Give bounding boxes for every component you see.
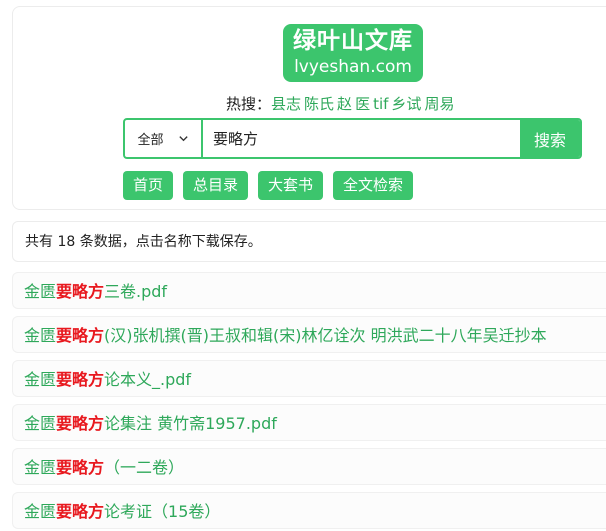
result-item[interactable]: 金匮要略方论考证（15卷） [12, 492, 606, 529]
result-item[interactable]: 金匮要略方（一二卷） [12, 448, 606, 485]
hot-search-row: 热搜：县志 陈氏赵医 tif 乡试 周易 [226, 93, 457, 115]
hot-search-term[interactable]: 医 [355, 95, 370, 113]
result-title-suffix: （一二卷） [104, 458, 185, 477]
hot-search-term[interactable]: tif [373, 95, 388, 113]
hot-search-term[interactable]: 乡试 [391, 95, 421, 113]
nav-catalog-button[interactable]: 总目录 [183, 171, 249, 200]
hot-search-term[interactable]: 赵 [337, 95, 352, 113]
nav-collections-button[interactable]: 大套书 [258, 171, 324, 200]
result-title-highlight: 要略方 [56, 326, 105, 345]
nav-home-button[interactable]: 首页 [123, 171, 174, 200]
scope-select-value: 全部 [137, 133, 164, 148]
nav-buttons: 首页 总目录 大套书 全文检索 [123, 171, 414, 200]
result-title-suffix: 三卷.pdf [104, 282, 168, 301]
result-item[interactable]: 金匮要略方三卷.pdf [12, 272, 606, 309]
hot-search-term[interactable]: 县志 [271, 95, 301, 113]
result-title-suffix: 论本义_.pdf [104, 370, 192, 389]
result-title-highlight: 要略方 [56, 370, 105, 389]
result-title-suffix: 论考证（15卷） [104, 502, 221, 521]
result-title-prefix: 金匮 [24, 326, 57, 345]
result-item[interactable]: 金匮要略方论集注 黄竹斋1957.pdf [12, 404, 606, 441]
result-title-prefix: 金匮 [24, 502, 57, 521]
result-title-prefix: 金匮 [24, 370, 57, 389]
result-title-prefix: 金匮 [24, 458, 57, 477]
result-title-suffix: 论集注 黄竹斋1957.pdf [104, 414, 277, 433]
results-list: 金匮要略方三卷.pdf 金匮要略方(汉)张机撰(晋)王叔和辑(宋)林亿诠次 明洪武… [12, 272, 606, 531]
hot-search-term[interactable]: 周易 [424, 95, 454, 113]
hot-search-label: 热搜： [226, 95, 272, 113]
scope-select[interactable]: 全部 [125, 120, 203, 157]
result-count: 共有 18 条数据，点击名称下载保存。 [12, 221, 606, 262]
hot-search-terms: 县志 陈氏赵医 tif 乡试 周易 [271, 95, 457, 113]
result-title-highlight: 要略方 [56, 414, 105, 433]
result-title-prefix: 金匮 [24, 414, 57, 433]
result-title-prefix: 金匮 [24, 282, 57, 301]
result-title-highlight: 要略方 [56, 458, 105, 477]
logo-title-en: lvyeshan.com [294, 57, 412, 77]
nav-fulltext-search-button[interactable]: 全文检索 [333, 171, 414, 200]
site-logo[interactable]: 绿叶山文库 lvyeshan.com [283, 24, 423, 82]
search-bar: 全部 搜索 [123, 118, 582, 159]
result-item[interactable]: 金匮要略方(汉)张机撰(晋)王叔和辑(宋)林亿诠次 明洪武二十八年吴迁抄本 [12, 316, 606, 353]
chevron-down-icon [178, 136, 188, 142]
logo-title-cn: 绿叶山文库 [293, 28, 413, 54]
result-title-highlight: 要略方 [56, 282, 105, 301]
result-item[interactable]: 金匮要略方论本义_.pdf [12, 360, 606, 397]
result-title-highlight: 要略方 [56, 502, 105, 521]
search-input[interactable] [203, 120, 520, 157]
hot-search-term[interactable]: 陈氏 [304, 95, 334, 113]
search-button[interactable]: 搜索 [520, 120, 580, 157]
result-title-suffix: (汉)张机撰(晋)王叔和辑(宋)林亿诠次 明洪武二十八年吴迁抄本 [104, 326, 547, 345]
page: 绿叶山文库 lvyeshan.com 热搜：县志陈氏赵医tif乡试周易 全部 搜… [0, 0, 606, 531]
